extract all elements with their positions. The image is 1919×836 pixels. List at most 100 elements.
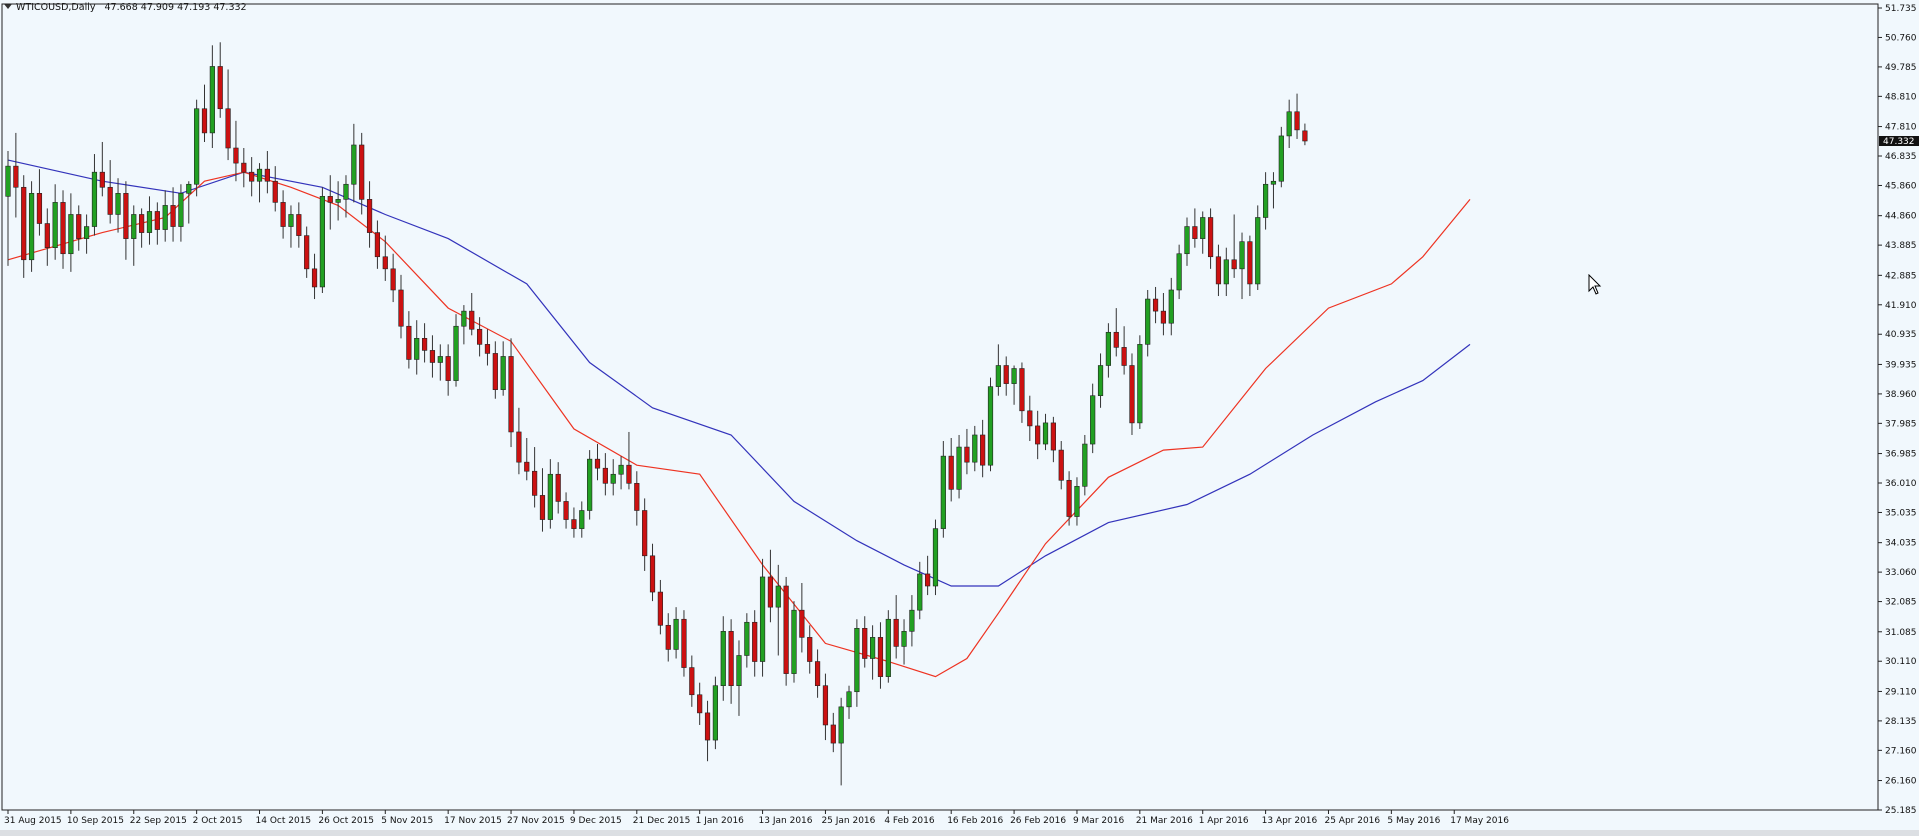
candle-bear xyxy=(1113,331,1119,348)
candle-bull xyxy=(1270,180,1277,185)
candle-bear xyxy=(925,573,931,587)
candle-bear xyxy=(1294,111,1300,131)
candle-bear xyxy=(1027,410,1033,427)
candle-bull xyxy=(414,338,420,360)
candle-bull xyxy=(587,458,593,511)
candle-bull xyxy=(1042,422,1049,445)
price-tick-label: 31.085 xyxy=(1885,628,1917,638)
candle-bull xyxy=(1286,111,1292,137)
candle-bear xyxy=(44,223,50,248)
candle-bull xyxy=(437,356,443,363)
candle-bull xyxy=(1090,395,1096,445)
price-tick-label: 40.935 xyxy=(1885,330,1917,340)
candle-bear xyxy=(398,289,404,327)
candle-bull xyxy=(1278,135,1284,182)
price-tick-label: 36.010 xyxy=(1885,479,1917,489)
candle-bear xyxy=(814,661,821,686)
price-tick-label: 43.885 xyxy=(1885,241,1917,251)
candle-bull xyxy=(987,386,994,466)
candle-bear xyxy=(1003,365,1009,384)
candle-bear xyxy=(822,685,829,726)
candle-bear xyxy=(429,350,436,363)
candle-bear xyxy=(830,724,836,744)
price-tick-label: 48.810 xyxy=(1885,92,1917,102)
date-tick-label: 5 May 2016 xyxy=(1387,816,1440,826)
price-tick-label: 25.185 xyxy=(1885,806,1917,816)
candle-bear xyxy=(123,193,129,239)
candle-bull xyxy=(28,193,35,261)
candle-bear xyxy=(1152,298,1159,312)
candle-bull xyxy=(1105,331,1111,366)
candle-bear xyxy=(626,464,632,484)
candle-bull xyxy=(162,205,168,230)
chart-window[interactable]: WTICOUSD,Daily 47.668 47.909 47.193 47.3… xyxy=(0,0,1919,830)
candle-bear xyxy=(241,162,247,173)
candle-bull xyxy=(791,609,797,674)
date-tick-label: 26 Feb 2016 xyxy=(1010,816,1066,826)
date-tick-label: 17 Nov 2015 xyxy=(444,816,502,826)
candle-bear xyxy=(217,66,223,110)
candle-bear xyxy=(783,585,789,674)
mouse-cursor-icon xyxy=(1588,274,1602,295)
date-tick-label: 10 Sep 2015 xyxy=(67,816,124,826)
candle-bull xyxy=(1074,486,1080,517)
candle-bear xyxy=(728,631,734,686)
candle-bear xyxy=(366,199,373,233)
price-tick-label: 28.135 xyxy=(1885,717,1917,727)
candle-bull xyxy=(1011,368,1017,384)
candle-bear xyxy=(1019,368,1025,412)
candle-bear xyxy=(249,171,255,182)
price-tick-label: 42.885 xyxy=(1885,271,1917,281)
price-tick-label: 33.060 xyxy=(1885,568,1917,578)
candle-bull xyxy=(775,585,781,608)
window-bottom-edge xyxy=(0,830,1919,836)
price-chart[interactable]: 51.735 50.760 49.785 48.810 47.810 46.835 45.8… xyxy=(0,0,1919,830)
candle-bear xyxy=(799,609,805,638)
candle-bear xyxy=(359,144,365,200)
candle-bull xyxy=(869,637,876,659)
candle-bear xyxy=(1302,130,1308,142)
candle-bear xyxy=(484,344,491,354)
candle-bull xyxy=(1145,298,1151,345)
candle-bear xyxy=(1058,449,1064,481)
candle-bull xyxy=(319,196,326,288)
price-tick-label: 29.110 xyxy=(1885,687,1917,697)
price-tick-label: 49.785 xyxy=(1885,63,1917,73)
candle-bull xyxy=(972,434,978,463)
candle-bull xyxy=(846,691,852,708)
candle-bull xyxy=(288,214,294,227)
candle-bull xyxy=(712,685,718,741)
date-tick-label: 5 Nov 2015 xyxy=(381,816,433,826)
candle-bear xyxy=(948,455,954,490)
candle-bear xyxy=(280,202,286,227)
price-tick-label: 50.760 xyxy=(1885,33,1917,43)
candle-bull xyxy=(932,528,939,587)
price-tick-label: 45.860 xyxy=(1885,181,1917,191)
candle-bear xyxy=(602,467,608,484)
candle-bear xyxy=(1215,256,1222,285)
candle-bull xyxy=(885,618,891,677)
candle-bull xyxy=(351,144,357,185)
candle-bull xyxy=(736,655,742,686)
candle-bull xyxy=(956,446,962,490)
candle-bear xyxy=(807,637,813,662)
date-tick-label: 26 Oct 2015 xyxy=(318,816,374,826)
candle-bull xyxy=(901,631,907,647)
price-tick-label: 38.960 xyxy=(1885,390,1917,400)
candle-bear xyxy=(36,193,43,224)
date-tick-label: 21 Mar 2016 xyxy=(1136,816,1193,826)
candle-bear xyxy=(390,268,396,291)
candle-bull xyxy=(610,473,616,484)
candle-bull xyxy=(838,706,844,744)
candle-bear xyxy=(1207,217,1214,258)
candle-bear xyxy=(1160,310,1167,324)
candle-bear xyxy=(1129,365,1135,424)
date-tick-label: 31 Aug 2015 xyxy=(4,816,62,826)
candle-bear xyxy=(225,108,231,149)
candle-bear xyxy=(99,171,105,188)
candle-bear xyxy=(1121,347,1127,366)
candle-bull xyxy=(1082,443,1088,487)
candle-bear xyxy=(657,591,663,626)
candle-bear xyxy=(76,214,82,239)
date-tick-label: 13 Jan 2016 xyxy=(759,816,813,826)
